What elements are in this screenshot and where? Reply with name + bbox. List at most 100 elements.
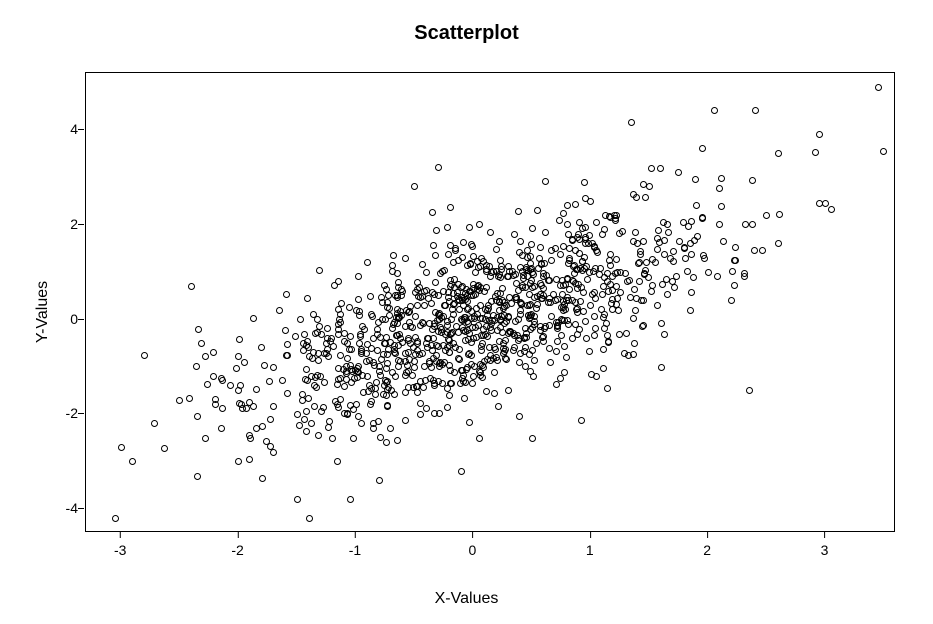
data-point <box>591 289 598 296</box>
data-point <box>632 229 639 236</box>
data-point <box>241 359 248 366</box>
data-point <box>360 389 367 396</box>
y-tick: -4 <box>40 500 78 516</box>
data-point <box>654 302 661 309</box>
data-point <box>384 378 391 385</box>
data-point <box>671 284 678 291</box>
data-point <box>374 347 381 354</box>
x-tick: -2 <box>231 538 243 558</box>
data-point <box>749 177 756 184</box>
x-tick: 0 <box>468 538 476 558</box>
data-point <box>300 340 307 347</box>
data-point <box>364 259 371 266</box>
data-point <box>343 370 350 377</box>
data-point <box>353 307 360 314</box>
data-point <box>347 333 354 340</box>
data-point <box>511 231 518 238</box>
data-point <box>556 217 563 224</box>
data-point <box>648 288 655 295</box>
data-point <box>458 468 465 475</box>
data-point <box>525 312 532 319</box>
data-point <box>186 395 193 402</box>
data-point <box>284 390 291 397</box>
data-point <box>446 392 453 399</box>
data-point <box>699 145 706 152</box>
data-point <box>355 413 362 420</box>
data-point <box>561 343 568 350</box>
data-point <box>441 302 448 309</box>
data-point <box>529 435 536 442</box>
data-point <box>822 200 829 207</box>
data-point <box>553 348 560 355</box>
data-point <box>467 261 474 268</box>
data-point <box>631 286 638 293</box>
x-axis-label: X-Values <box>0 590 933 608</box>
data-point <box>303 428 310 435</box>
data-point <box>566 245 573 252</box>
data-point <box>611 212 618 219</box>
y-tick-label: 4 <box>40 121 78 137</box>
data-point <box>741 273 748 280</box>
data-point <box>258 344 265 351</box>
data-point <box>581 254 588 261</box>
data-point <box>470 292 477 299</box>
data-point <box>227 382 234 389</box>
x-tick-label: -2 <box>231 542 243 558</box>
data-point <box>439 268 446 275</box>
data-point <box>334 458 341 465</box>
data-point <box>531 357 538 364</box>
data-point <box>619 228 626 235</box>
data-point <box>812 149 819 156</box>
data-point <box>466 224 473 231</box>
data-point <box>402 372 409 379</box>
data-point <box>529 284 536 291</box>
data-point <box>355 296 362 303</box>
x-tick-label: 3 <box>821 542 829 558</box>
data-point <box>489 317 496 324</box>
data-point <box>657 165 664 172</box>
data-point <box>654 235 661 242</box>
data-point <box>476 435 483 442</box>
data-point <box>716 185 723 192</box>
data-point <box>198 340 205 347</box>
data-point <box>640 297 647 304</box>
data-point <box>297 316 304 323</box>
data-point <box>270 403 277 410</box>
data-point <box>266 378 273 385</box>
data-point <box>586 348 593 355</box>
data-point <box>259 475 266 482</box>
data-point <box>592 295 599 302</box>
data-point <box>576 219 583 226</box>
data-point <box>423 269 430 276</box>
data-point <box>564 221 571 228</box>
data-point <box>688 251 695 258</box>
data-point <box>693 202 700 209</box>
data-point <box>460 239 467 246</box>
data-point <box>587 198 594 205</box>
data-point <box>334 381 341 388</box>
data-point <box>654 246 661 253</box>
y-tick: 4 <box>40 121 78 137</box>
data-point <box>502 346 509 353</box>
x-tick: 2 <box>703 538 711 558</box>
data-point <box>382 340 389 347</box>
data-point <box>276 307 283 314</box>
data-point <box>534 301 541 308</box>
data-point <box>527 253 534 260</box>
data-point <box>576 326 583 333</box>
data-point <box>469 380 476 387</box>
data-point <box>816 131 823 138</box>
data-point <box>478 347 485 354</box>
data-point <box>591 313 598 320</box>
data-point <box>243 405 250 412</box>
data-point <box>253 386 260 393</box>
data-point <box>749 221 756 228</box>
data-point <box>542 229 549 236</box>
data-point <box>546 345 553 352</box>
data-point <box>528 277 535 284</box>
data-point <box>600 346 607 353</box>
data-point <box>431 291 438 298</box>
data-point <box>483 388 490 395</box>
data-point <box>751 247 758 254</box>
x-tick: -3 <box>114 538 126 558</box>
